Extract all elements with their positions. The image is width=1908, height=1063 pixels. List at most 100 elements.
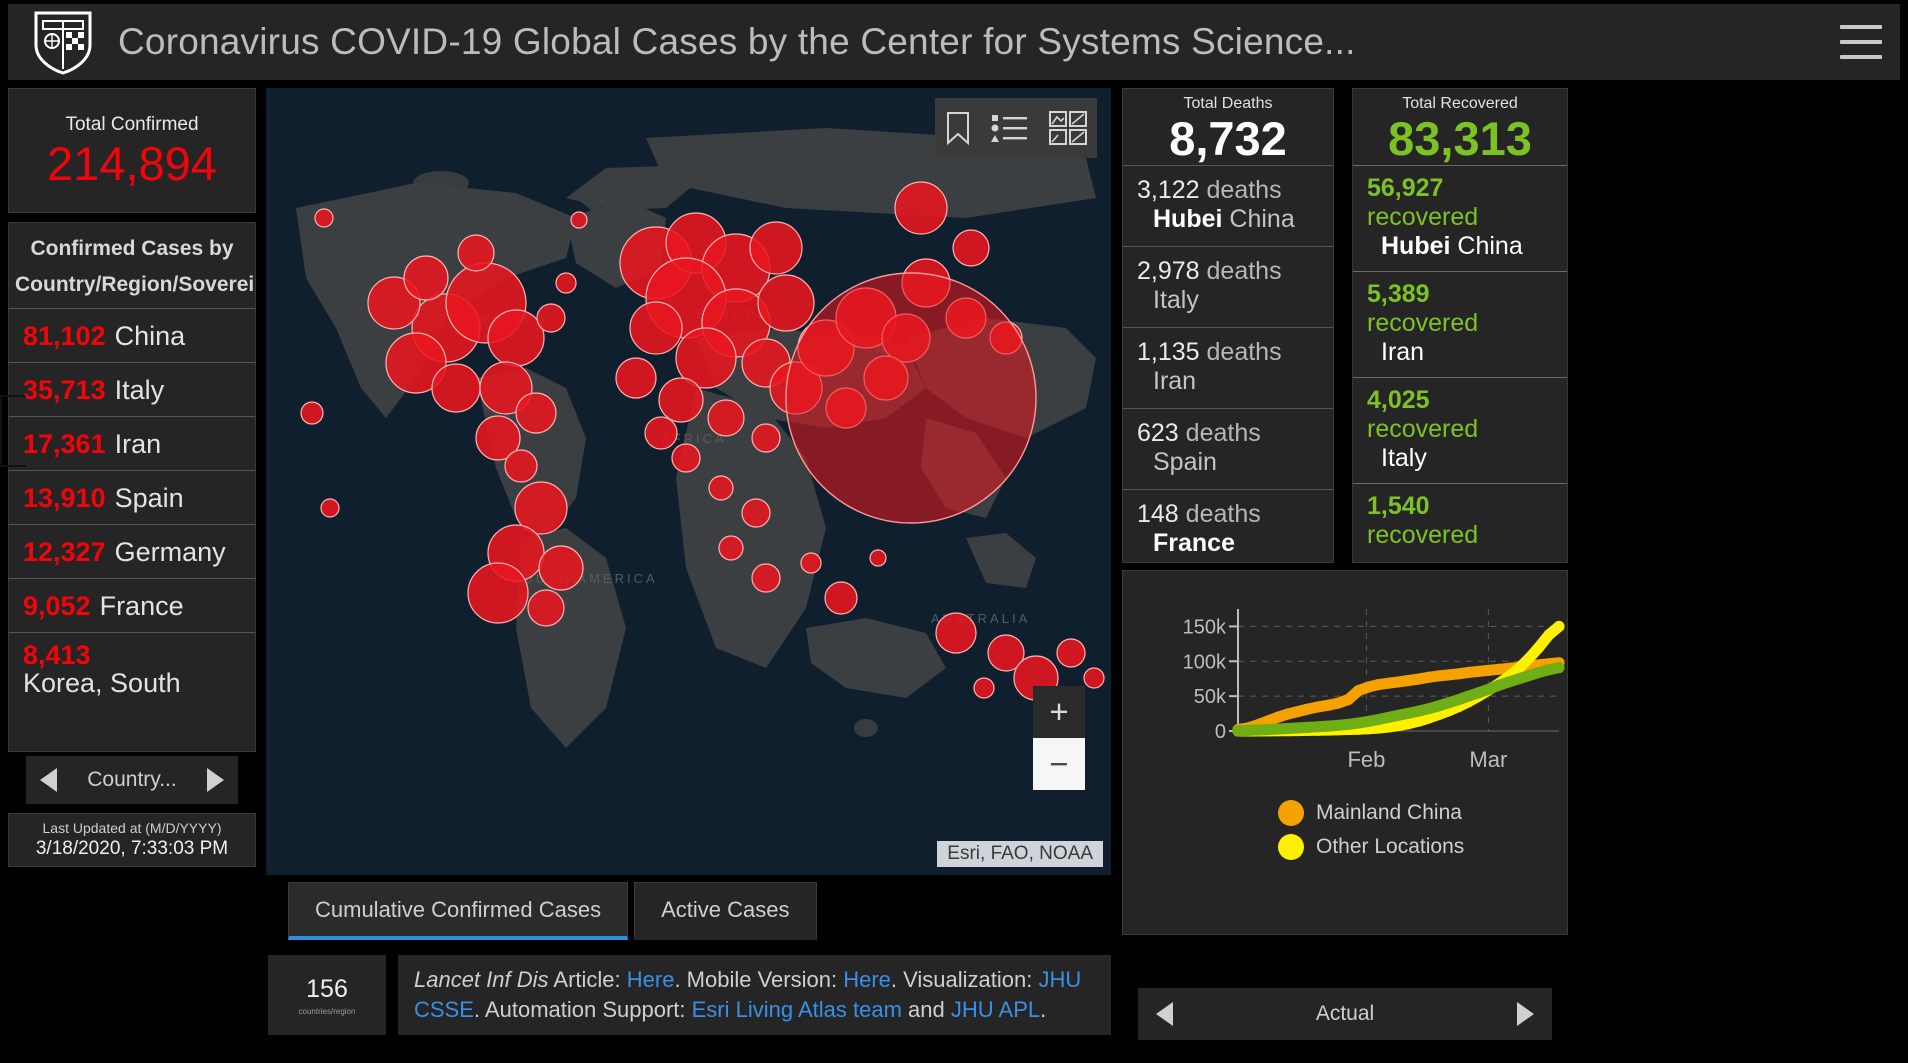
deaths-count: 2,978: [1137, 256, 1200, 285]
country-list-item[interactable]: 8,413 Korea, South: [9, 632, 255, 704]
deaths-unit: deaths: [1206, 337, 1282, 366]
deaths-country: China: [1229, 204, 1295, 233]
country-list-item[interactable]: 9,052 France: [9, 578, 255, 632]
recovered-unit: recovered: [1367, 520, 1479, 549]
recovered-country: Italy: [1381, 443, 1427, 472]
deaths-country: Italy: [1153, 285, 1199, 314]
country-count: 8,413: [23, 639, 91, 670]
tab-cumulative-confirmed-cases[interactable]: Cumulative Confirmed Cases: [288, 882, 629, 940]
country-pager[interactable]: Country...: [26, 756, 238, 804]
country-pager-label: Country...: [87, 768, 177, 791]
hamburger-menu-icon[interactable]: [1840, 25, 1882, 59]
recovered-count: 4,025: [1367, 385, 1430, 414]
total-deaths-header: Total Deaths 8,732: [1123, 89, 1333, 165]
map-zoom-controls[interactable]: + −: [1033, 686, 1085, 790]
credits-t3: . Visualization:: [890, 967, 1039, 992]
map-canvas[interactable]: NORTH AMERICA SOUTH AMERICA AFRICA EUROP…: [266, 88, 1111, 875]
chevron-right-icon[interactable]: [1517, 1002, 1534, 1026]
legend-item-mainland-china[interactable]: Mainland China: [1123, 796, 1567, 830]
total-confirmed-card: Total Confirmed 214,894: [8, 88, 256, 213]
credits-t4: . Automation Support:: [473, 996, 692, 1022]
chevron-left-icon[interactable]: [1156, 1002, 1173, 1026]
deaths-country: Iran: [1153, 366, 1197, 395]
credits-t5: and: [901, 996, 951, 1022]
total-confirmed-value: 214,894: [47, 137, 217, 190]
total-recovered-panel[interactable]: Total Recovered 83,313 56,927 recovered …: [1352, 88, 1568, 563]
recovered-count: 56,927: [1367, 173, 1444, 202]
mobile-version-link[interactable]: Here: [843, 967, 891, 992]
lancet-article-title: Lancet Inf Dis: [414, 967, 549, 992]
deaths-unit: deaths: [1185, 499, 1261, 528]
world-map[interactable]: NORTH AMERICA SOUTH AMERICA AFRICA EUROP…: [266, 88, 1111, 875]
country-name: Germany: [114, 536, 226, 567]
country-count: 9,052: [23, 590, 91, 621]
tab-active-cases[interactable]: Active Cases: [634, 882, 817, 940]
recovered-list-item[interactable]: 56,927 recovered Hubei China: [1353, 164, 1567, 271]
deaths-list-item[interactable]: 3,122 deaths Hubei China: [1123, 164, 1333, 246]
deaths-country: Spain: [1153, 447, 1217, 476]
chart-pager-label: Actual: [1315, 1002, 1375, 1025]
zoom-out-button[interactable]: −: [1033, 738, 1085, 790]
legend-item-other-locations[interactable]: Other Locations: [1123, 830, 1567, 864]
map-tabs[interactable]: Cumulative Confirmed Cases Active Cases: [288, 882, 817, 940]
chevron-left-icon[interactable]: [40, 768, 57, 792]
total-deaths-value: 8,732: [1169, 112, 1287, 165]
esri-living-atlas-link[interactable]: Esri Living Atlas team: [692, 997, 902, 1022]
dashboard-root: Coronavirus COVID-19 Global Cases by the…: [0, 0, 1908, 1063]
jhu-shield-logo: [34, 11, 92, 75]
page-title: Coronavirus COVID-19 Global Cases by the…: [118, 21, 1356, 62]
confirmed-by-country-title: Confirmed Cases by Country/Region/Sovere…: [15, 237, 255, 296]
recovered-list-item[interactable]: 4,025 recovered Italy: [1353, 376, 1567, 483]
bookmark-icon[interactable]: [945, 111, 971, 145]
legend-color-swatch: [1278, 800, 1304, 826]
deaths-unit: deaths: [1185, 418, 1261, 447]
recovered-country: China: [1457, 231, 1523, 260]
chart-pager[interactable]: Actual: [1138, 988, 1552, 1040]
country-count: 12,327: [23, 536, 106, 567]
chevron-right-icon[interactable]: [206, 768, 224, 792]
svg-text:50k: 50k: [1194, 686, 1227, 708]
recovered-unit: recovered: [1367, 308, 1479, 337]
total-recovered-value: 83,313: [1388, 112, 1532, 165]
deaths-region: Hubei: [1153, 204, 1223, 233]
country-list-item[interactable]: 81,102 China: [9, 308, 255, 362]
country-name: Italy: [114, 374, 165, 405]
map-toolbar[interactable]: [935, 98, 1097, 158]
jhu-apl-link[interactable]: JHU APL: [951, 997, 1040, 1022]
country-count: 81,102: [23, 320, 106, 351]
deaths-list-item[interactable]: 1,135 deaths Iran: [1123, 326, 1333, 408]
zoom-in-button[interactable]: +: [1033, 686, 1085, 738]
total-confirmed-label: Total Confirmed: [65, 114, 199, 135]
deaths-list-item[interactable]: 2,978 deaths Italy: [1123, 245, 1333, 327]
total-deaths-panel[interactable]: Total Deaths 8,732 3,122 deaths Hubei Ch…: [1122, 88, 1334, 563]
credits-text: Lancet Inf Dis Article: Here. Mobile Ver…: [398, 955, 1111, 1035]
legend-list-icon[interactable]: [991, 112, 1029, 144]
map-attribution: Esri, FAO, NOAA: [937, 841, 1103, 867]
cumulative-cases-chart[interactable]: 150k 100k 50k 0 Feb Mar Mainland China Other …: [1122, 570, 1568, 935]
recovered-list-item[interactable]: 1,540 recovered: [1353, 482, 1567, 560]
svg-text:Mar: Mar: [1469, 747, 1507, 772]
deaths-list-item[interactable]: 623 deaths Spain: [1123, 407, 1333, 489]
last-updated-value: 3/18/2020, 7:33:03 PM: [35, 838, 229, 859]
recovered-unit: recovered: [1367, 202, 1479, 231]
recovered-region: Hubei: [1381, 231, 1451, 260]
lancet-link[interactable]: Here: [627, 967, 675, 992]
credits-t2: . Mobile Version:: [674, 967, 844, 992]
country-list-item[interactable]: 17,361 Iran: [9, 416, 255, 470]
chart-canvas: 150k 100k 50k 0 Feb Mar: [1183, 609, 1565, 772]
country-list-item[interactable]: 12,327 Germany: [9, 524, 255, 578]
country-list-item[interactable]: 13,910 Spain: [9, 470, 255, 524]
svg-text:100k: 100k: [1183, 651, 1227, 673]
deaths-list-item[interactable]: 148 deaths France France: [1123, 488, 1333, 562]
basemap-gallery-icon[interactable]: [1049, 111, 1087, 145]
deaths-unit: deaths: [1206, 256, 1282, 285]
confirmed-by-country-panel[interactable]: Confirmed Cases by Country/Region/Sovere…: [8, 222, 256, 752]
svg-text:Feb: Feb: [1347, 747, 1385, 772]
deaths-count: 148: [1137, 499, 1179, 528]
country-list-item[interactable]: 35,713 Italy: [9, 362, 255, 416]
deaths-count: 623: [1137, 418, 1179, 447]
recovered-list-item[interactable]: 5,389 recovered Iran: [1353, 270, 1567, 377]
countries-count-label: countries/region: [298, 1006, 356, 1016]
country-name: Spain: [114, 482, 184, 513]
country-name: Korea, South: [23, 667, 181, 698]
